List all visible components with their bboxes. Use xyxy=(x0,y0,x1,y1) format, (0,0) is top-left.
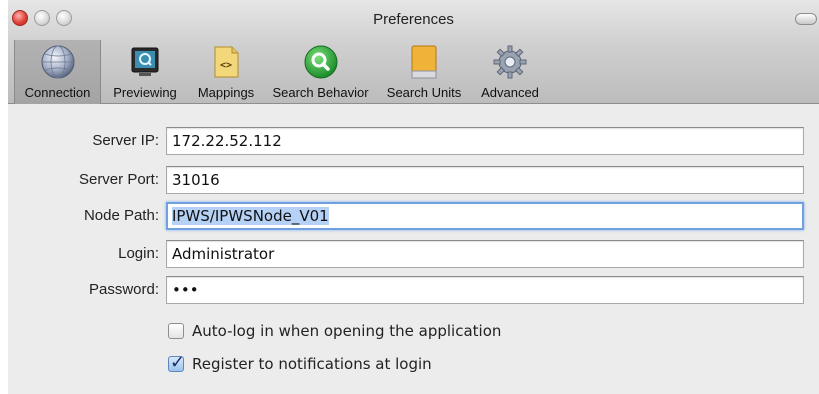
tab-previewing[interactable]: Previewing xyxy=(105,40,185,104)
tab-connection-label: Connection xyxy=(24,85,91,100)
node-path-field[interactable]: IPWS/IPWSNode_V01 xyxy=(166,202,804,230)
title-toolbar: Preferences Connection Previewing <> Map… xyxy=(8,0,819,104)
server-ip-field[interactable]: 172.22.52.112 xyxy=(166,127,804,155)
preferences-window: Preferences Connection Previewing <> Map… xyxy=(8,0,819,394)
checkmark-icon: ✓ xyxy=(170,352,186,373)
tab-search-behavior-label: Search Behavior xyxy=(272,85,369,100)
server-ip-row: Server IP: 172.22.52.112 xyxy=(8,127,819,155)
password-field[interactable]: ••• xyxy=(166,276,804,304)
server-port-row: Server Port: 31016 xyxy=(8,166,819,194)
tab-search-units-label: Search Units xyxy=(386,85,462,100)
register-notifications-label: Register to notifications at login xyxy=(192,355,432,373)
monitor-icon xyxy=(127,44,163,80)
toolbar-toggle-button[interactable] xyxy=(795,13,817,25)
tab-previewing-label: Previewing xyxy=(113,85,177,100)
window-title: Preferences xyxy=(373,11,454,28)
password-row: Password: ••• xyxy=(8,276,819,304)
login-row: Login: Administrator xyxy=(8,240,819,268)
password-label: Password: xyxy=(88,281,159,298)
auto-login-label: Auto-log in when opening the application xyxy=(192,322,502,340)
server-port-field[interactable]: 31016 xyxy=(166,166,804,194)
tab-advanced[interactable]: Advanced xyxy=(474,40,546,104)
globe-icon xyxy=(40,44,76,80)
xml-file-icon: <> xyxy=(208,44,244,80)
tab-connection[interactable]: Connection xyxy=(14,40,101,104)
node-path-value: IPWS/IPWSNode_V01 xyxy=(172,207,329,225)
login-label: Login: xyxy=(118,245,159,262)
auto-login-checkbox[interactable] xyxy=(168,323,184,339)
tab-mappings-label: Mappings xyxy=(197,85,255,100)
svg-text:<>: <> xyxy=(220,60,232,71)
gear-icon xyxy=(492,44,528,80)
node-path-row: Node Path: IPWS/IPWSNode_V01 xyxy=(8,202,819,230)
server-port-label: Server Port: xyxy=(78,171,159,188)
tab-search-units[interactable]: Search Units xyxy=(378,40,470,104)
tab-advanced-label: Advanced xyxy=(481,85,539,100)
tab-mappings[interactable]: <> Mappings xyxy=(187,40,265,104)
preferences-toolbar: Connection Previewing <> Mappings Search… xyxy=(8,40,568,104)
magnifier-icon xyxy=(303,44,339,80)
server-ip-label: Server IP: xyxy=(92,132,159,149)
login-field[interactable]: Administrator xyxy=(166,240,804,268)
drive-icon xyxy=(406,44,442,80)
node-path-label: Node Path: xyxy=(83,207,159,224)
register-notifications-checkbox[interactable]: ✓ xyxy=(168,352,185,373)
tab-search-behavior[interactable]: Search Behavior xyxy=(267,40,374,104)
